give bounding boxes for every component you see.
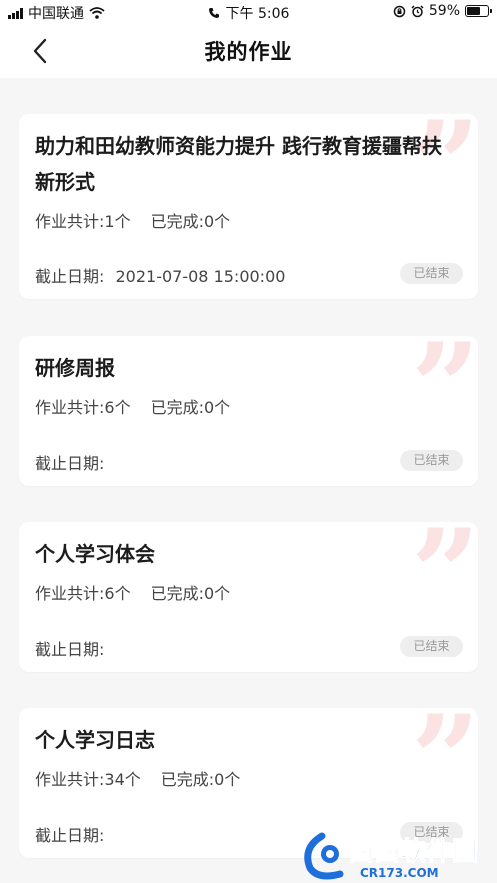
- deadline-label: 截止日期:: [35, 826, 105, 845]
- status-badge: 已结束: [400, 636, 463, 657]
- deadline-label: 截止日期:: [35, 640, 105, 659]
- watermark-swoosh-icon: 西西软件园 CR173.COM: [304, 832, 479, 880]
- assignment-card[interactable]: ” 助力和田幼教师资能力提升 践行教育援疆帮扶新形式 作业共计:1个 已完成:0…: [19, 114, 478, 299]
- page-title: 我的作业: [204, 40, 293, 64]
- assignment-card[interactable]: ” 研修周报 作业共计:6个 已完成:0个 截止日期: 已结束: [19, 336, 478, 486]
- status-time: 下午 5:06: [225, 6, 290, 22]
- battery-icon: [465, 5, 492, 17]
- assignment-total: 作业共计:1个: [35, 212, 131, 231]
- watermark-brand: 西西软件园: [348, 837, 478, 867]
- status-right: 59%: [393, 3, 492, 19]
- status-bar: 中国联通 下午 5:06 59%: [0, 0, 497, 24]
- assignment-total: 作业共计:34个: [35, 770, 141, 789]
- status-badge: 已结束: [400, 450, 463, 471]
- assignment-title: 研修周报: [35, 356, 115, 380]
- assignment-done: 已完成:0个: [150, 212, 231, 231]
- assignment-title: 助力和田幼教师资能力提升 践行教育援疆帮扶新形式: [35, 134, 442, 194]
- assignment-deadline: 截止日期:: [35, 450, 110, 474]
- status-badge: 已结束: [400, 263, 463, 284]
- assignment-done: 已完成:0个: [150, 584, 231, 603]
- assignment-deadline: 截止日期:: [35, 822, 110, 846]
- assignment-title: 个人学习日志: [35, 728, 155, 752]
- nav-bar: 我的作业: [0, 24, 497, 78]
- deadline-label: 截止日期:: [35, 267, 105, 286]
- assignment-total: 作业共计:6个: [35, 584, 131, 603]
- assignment-stats: 作业共计:6个 已完成:0个: [35, 394, 230, 418]
- deadline-value: 2021-07-08 15:00:00: [115, 267, 286, 286]
- rotation-lock-icon: [393, 5, 406, 17]
- deadline-label: 截止日期:: [35, 454, 105, 473]
- assignment-stats: 作业共计:1个 已完成:0个: [35, 208, 230, 232]
- assignment-title: 个人学习体会: [35, 542, 155, 566]
- assignment-deadline: 截止日期:: [35, 636, 110, 660]
- alarm-icon: [411, 4, 424, 17]
- watermark-url: CR173.COM: [360, 866, 439, 880]
- phone-icon: [208, 8, 219, 18]
- assignment-stats: 作业共计:34个 已完成:0个: [35, 766, 240, 790]
- assignment-done: 已完成:0个: [150, 398, 231, 417]
- assignment-stats: 作业共计:6个 已完成:0个: [35, 580, 230, 604]
- assignment-done: 已完成:0个: [160, 770, 241, 789]
- watermark-logo: 西西软件园 CR173.COM: [300, 828, 497, 883]
- assignment-total: 作业共计:6个: [35, 398, 131, 417]
- battery-percent: 59%: [428, 3, 460, 19]
- assignment-deadline: 截止日期: 2021-07-08 15:00:00: [35, 263, 285, 287]
- assignment-card[interactable]: ” 个人学习体会 作业共计:6个 已完成:0个 截止日期: 已结束: [19, 522, 478, 672]
